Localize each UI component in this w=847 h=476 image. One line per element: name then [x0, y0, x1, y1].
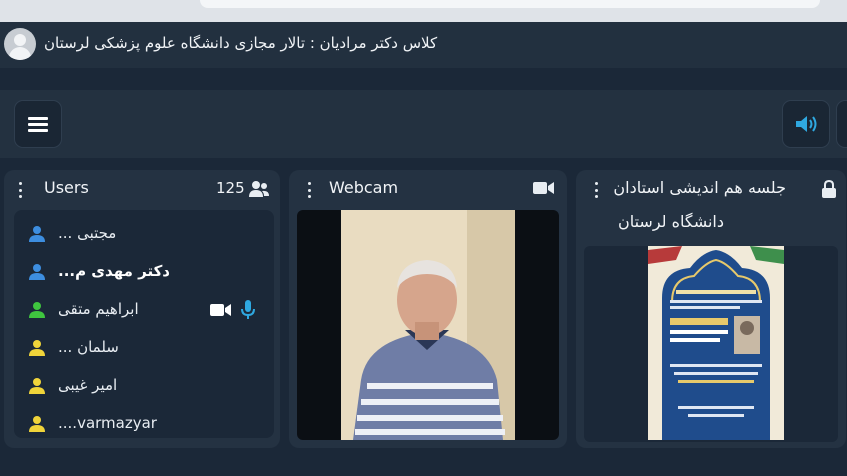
users-count: 125 — [216, 179, 245, 197]
hamburger-icon — [28, 114, 48, 135]
presentation-title-line1: جلسه هم اندیشی استادان — [613, 178, 786, 197]
users-panel-header: Users 125 — [4, 170, 280, 206]
webcam-panel-header: Webcam — [289, 170, 567, 206]
user-icon — [29, 340, 45, 356]
list-item[interactable]: سلمان ... — [14, 330, 274, 366]
webcam-video[interactable] — [297, 210, 559, 440]
user-name: ....varmazyar — [58, 414, 157, 432]
presentation-panel: جلسه هم اندیشی استادان دانشگاه لرستان — [576, 170, 846, 448]
event-poster-image — [648, 246, 784, 440]
user-icon — [29, 264, 45, 280]
kebab-menu-icon[interactable] — [18, 182, 22, 198]
lock-icon — [822, 180, 836, 198]
presentation-title-line2: دانشگاه لرستان — [617, 212, 724, 231]
title-bar: کلاس دکتر مرادیان : تالار مجازی دانشگاه … — [0, 22, 847, 68]
users-group-icon — [249, 181, 269, 197]
users-list[interactable]: مجتبی ... دکتر مهدی م... ابراهیم متقی سل… — [14, 210, 274, 438]
extra-toolbar-button[interactable] — [836, 100, 847, 148]
menu-button[interactable] — [14, 100, 62, 148]
list-item[interactable]: ....varmazyar — [14, 406, 274, 438]
video-camera-icon[interactable] — [533, 181, 555, 195]
avatar[interactable] — [4, 28, 36, 60]
webcam-feed-image — [341, 210, 515, 440]
user-name: امیر غیبی — [58, 376, 118, 394]
class-title: کلاس دکتر مرادیان : تالار مجازی دانشگاه … — [44, 34, 438, 52]
list-item[interactable]: دکتر مهدی م... — [14, 254, 274, 290]
user-icon — [29, 302, 45, 318]
browser-top-strip — [0, 0, 847, 22]
audio-button[interactable] — [782, 100, 830, 148]
user-icon — [29, 416, 45, 432]
list-item[interactable]: مجتبی ... — [14, 216, 274, 252]
users-panel: Users 125 مجتبی ... دکتر مهدی م... ابراه… — [4, 170, 280, 448]
user-icon — [29, 378, 45, 394]
users-panel-title: Users — [44, 178, 89, 197]
presentation-slide[interactable] — [584, 246, 838, 442]
user-name: ابراهیم متقی — [58, 300, 139, 318]
address-bar[interactable] — [200, 0, 820, 8]
list-item[interactable]: ابراهیم متقی — [14, 292, 274, 328]
user-icon — [29, 226, 45, 242]
toolbar — [0, 90, 847, 158]
user-name: دکتر مهدی م... — [58, 262, 171, 280]
list-item[interactable]: امیر غیبی — [14, 368, 274, 404]
video-camera-icon[interactable] — [210, 303, 232, 317]
microphone-icon[interactable] — [240, 300, 256, 320]
kebab-menu-icon[interactable] — [594, 182, 598, 198]
webcam-panel: Webcam — [289, 170, 567, 448]
webcam-panel-title: Webcam — [329, 178, 399, 197]
user-name: سلمان ... — [58, 338, 119, 356]
kebab-menu-icon[interactable] — [307, 182, 311, 198]
user-name: مجتبی ... — [58, 224, 117, 242]
speaker-icon — [796, 116, 817, 132]
